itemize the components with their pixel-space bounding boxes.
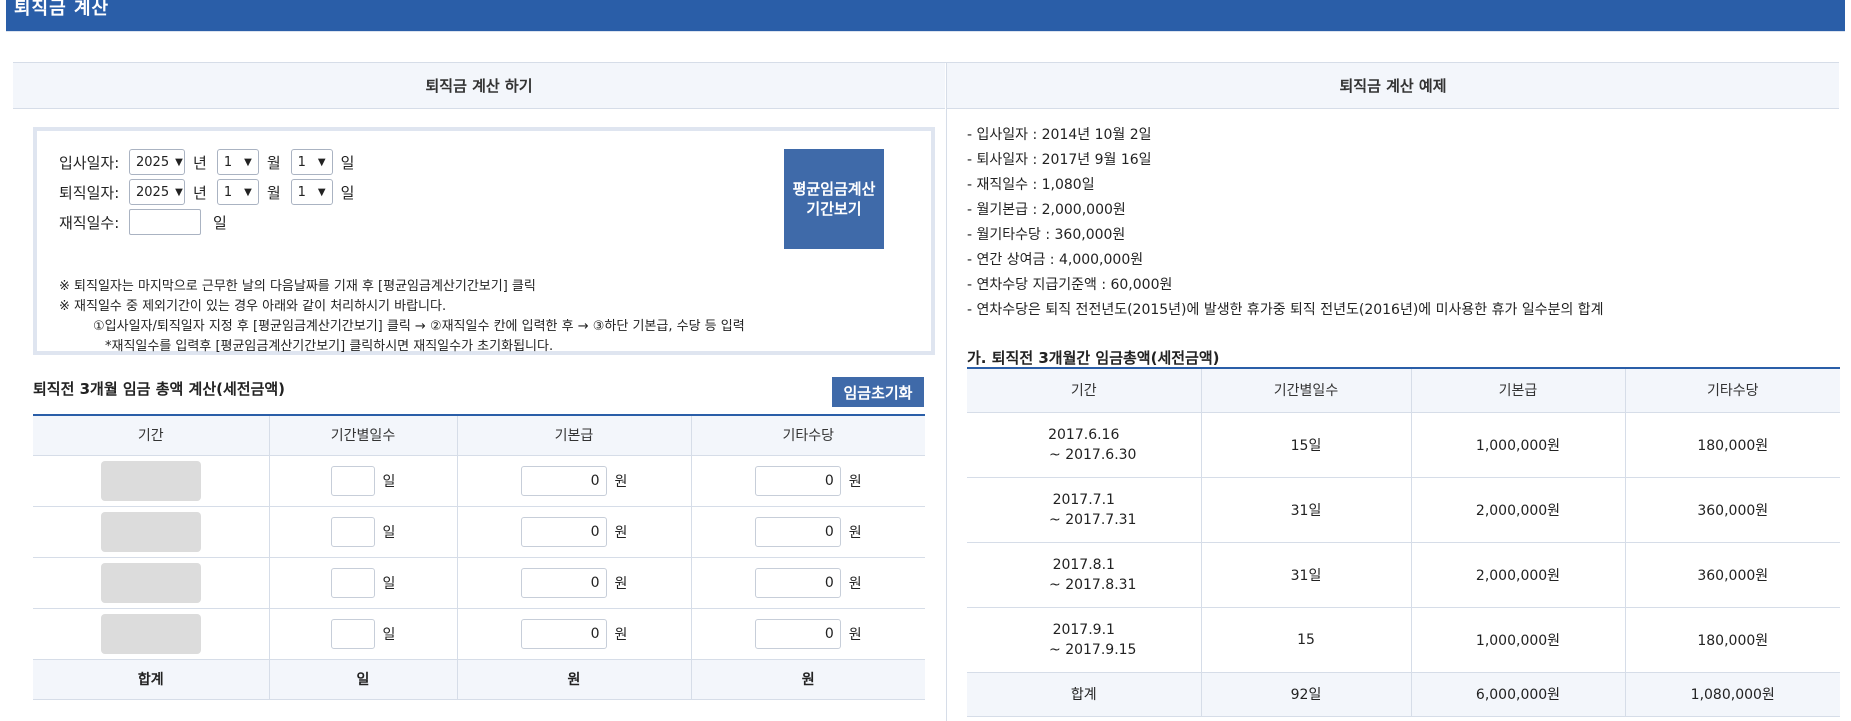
period-placeholder	[100, 511, 201, 552]
calculator-section-title: 퇴직금 계산 하기	[13, 63, 945, 109]
col-period: 기간	[967, 368, 1201, 413]
fact-item: - 재직일수 : 1,080일	[967, 177, 1095, 193]
join-date-row: 입사일자: 2025 ▼ 년 1 ▼ 월 1 ▼ 일	[59, 149, 358, 175]
page-header-bar: 퇴직금 계산	[6, 0, 1845, 32]
other-allowance-input[interactable]: 0	[754, 567, 841, 598]
example-table-title: 가. 퇴직전 3개월간 임금총액(세전금액)	[967, 349, 1220, 367]
days-input[interactable]	[330, 516, 375, 547]
chevron-down-icon: ▼	[244, 186, 252, 198]
chevron-down-icon: ▼	[317, 186, 326, 198]
service-days-label: 재직일수:	[59, 213, 120, 232]
join-day-select[interactable]: 1 ▼	[290, 149, 333, 175]
col-other-allowance: 기타수당	[1624, 368, 1840, 413]
wage-total-title: 퇴직전 3개월 임금 총액 계산(세전금액)	[33, 380, 286, 398]
total-days: 92일	[1200, 672, 1411, 717]
wage-input-table: 기간 기간별일수 기본급 기타수당 일 0원 0원 일 0원 0원 일 0 원 …	[33, 414, 925, 700]
note-line: ①입사일자/퇴직일자 지정 후 [평균임금계산기간보기] 클릭 → ②재직일수 …	[93, 319, 745, 334]
period-placeholder	[100, 562, 201, 603]
table-row: 2017.6.16 ~ 2017.6.30 15일 1,000,000원 180,…	[967, 412, 1840, 478]
view-period-button[interactable]: 평균임금계산 기간보기	[784, 149, 884, 249]
reset-wage-button[interactable]: 임금초기화	[832, 377, 924, 407]
col-days: 기간별일수	[268, 415, 457, 456]
col-period: 기간	[33, 415, 269, 456]
note-line: *재직일수를 입력후 [평균임금계산기간보기] 클릭하시면 재직일수가 초기화됩…	[105, 339, 554, 354]
total-base-pay: 6,000,000원	[1410, 672, 1625, 717]
chevron-down-icon: ▼	[175, 156, 183, 168]
fact-item: - 연차수당은 퇴직 전전년도(2015년)에 발생한 휴가중 퇴직 전년도(2…	[967, 302, 1604, 318]
join-date-label: 입사일자:	[59, 153, 120, 172]
fact-item: - 월기본급 : 2,000,000원	[967, 202, 1126, 218]
table-row: 일 0원 0원	[33, 608, 925, 660]
example-section-title: 퇴직금 계산 예제	[947, 63, 1839, 109]
other-allowance-input[interactable]: 0	[754, 618, 841, 649]
leave-date-row: 퇴직일자: 2025 ▼ 년 1 ▼ 월 1 ▼ 일	[59, 179, 358, 205]
base-pay-input[interactable]: 0	[520, 567, 607, 598]
join-year-select[interactable]: 2025 ▼	[129, 149, 185, 175]
table-row: 2017.9.1 ~ 2017.9.15 15 1,000,000원 180,00…	[967, 607, 1840, 673]
total-other-allowance: 원	[690, 659, 925, 700]
period-placeholder	[100, 460, 201, 501]
service-days-row: 재직일수: 일	[59, 209, 231, 235]
leave-day-select[interactable]: 1 ▼	[290, 179, 333, 205]
base-pay-input[interactable]: 0	[520, 465, 607, 496]
total-row: 합계 92일 6,000,000원 1,080,000원	[967, 672, 1840, 717]
table-row: 2017.7.1 ~ 2017.7.31 31일 2,000,000원 360,0…	[967, 477, 1840, 543]
note-line: ※ 재직일수 중 제외기간이 있는 경우 아래와 같이 처리하시기 바랍니다.	[59, 299, 447, 314]
days-input[interactable]	[330, 465, 375, 496]
table-row: 일 0원 0원	[33, 455, 925, 507]
note-line: ※ 퇴직일자는 마지막으로 근무한 날의 다음날짜를 기재 후 [평균임금계산기…	[59, 279, 536, 294]
col-other-allowance: 기타수당	[690, 415, 925, 456]
main-frame: 퇴직금 계산 하기 입사일자: 2025 ▼ 년 1 ▼ 월 1 ▼ 일 퇴직일자: …	[13, 62, 1840, 721]
total-other-allowance: 1,080,000원	[1624, 672, 1840, 717]
table-row: 일 0원 0원	[33, 557, 925, 609]
example-facts: - 입사일자 : 2014년 10월 2일 - 퇴사일자 : 2017년 9월 …	[967, 123, 1604, 323]
example-panel: 퇴직금 계산 예제 - 입사일자 : 2014년 10월 2일 - 퇴사일자 :…	[946, 63, 1840, 721]
leave-date-label: 퇴직일자:	[59, 183, 120, 202]
example-table: 기간 기간별일수 기본급 기타수당 2017.6.16 ~ 2017.6.30 1…	[967, 367, 1840, 717]
fact-item: - 연차수당 지급기준액 : 60,000원	[967, 277, 1173, 293]
col-base-pay: 기본급	[456, 415, 691, 456]
join-month-select[interactable]: 1 ▼	[216, 149, 259, 175]
total-row: 합계 일 원 원	[33, 659, 925, 700]
fact-item: - 입사일자 : 2014년 10월 2일	[967, 127, 1152, 143]
total-days: 일	[268, 659, 457, 700]
chevron-down-icon: ▼	[175, 186, 183, 198]
period-placeholder	[100, 613, 201, 654]
other-allowance-input[interactable]: 0	[754, 465, 841, 496]
total-base-pay: 원	[456, 659, 691, 700]
calculator-panel: 퇴직금 계산 하기 입사일자: 2025 ▼ 년 1 ▼ 월 1 ▼ 일 퇴직일자: …	[13, 63, 945, 721]
col-base-pay: 기본급	[1410, 368, 1625, 413]
service-days-input[interactable]	[129, 209, 201, 235]
col-days: 기간별일수	[1200, 368, 1411, 413]
chevron-down-icon: ▼	[317, 156, 326, 168]
other-allowance-input[interactable]: 0	[754, 516, 841, 547]
fact-item: - 퇴사일자 : 2017년 9월 16일	[967, 152, 1152, 168]
page-title: 퇴직금 계산	[14, 0, 110, 19]
base-pay-input[interactable]: 0	[520, 516, 607, 547]
table-row: 2017.8.1 ~ 2017.8.31 31일 2,000,000원 360,0…	[967, 542, 1840, 608]
leave-year-select[interactable]: 2025 ▼	[129, 179, 185, 205]
leave-month-select[interactable]: 1 ▼	[216, 179, 259, 205]
fact-item: - 연간 상여금 : 4,000,000원	[967, 252, 1144, 268]
days-input[interactable]	[330, 618, 375, 649]
total-label: 합계	[967, 672, 1201, 717]
table-row: 일 0원 0원	[33, 506, 925, 558]
chevron-down-icon: ▼	[244, 156, 252, 168]
notes: ※ 퇴직일자는 마지막으로 근무한 날의 다음날짜를 기재 후 [평균임금계산기…	[59, 277, 745, 357]
total-label: 합계	[33, 659, 269, 700]
base-pay-input[interactable]: 0	[520, 618, 607, 649]
fact-item: - 월기타수당 : 360,000원	[967, 227, 1126, 243]
days-input[interactable]	[330, 567, 375, 598]
